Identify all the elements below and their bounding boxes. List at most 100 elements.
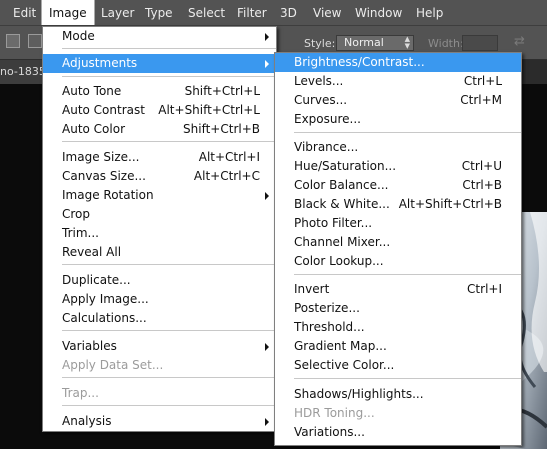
image-menu-item-auto-color[interactable]: Auto Color Shift+Ctrl+B	[43, 120, 276, 139]
item-shortcut: Ctrl+B	[462, 178, 502, 192]
adjustments-item-exposure[interactable]: Exposure...	[275, 110, 521, 129]
image-menu-item-trap: Trap...	[43, 384, 276, 403]
item-label: Threshold...	[294, 320, 365, 334]
adjustments-item-gradient-map[interactable]: Gradient Map...	[275, 337, 521, 356]
menu-image[interactable]: Image	[41, 0, 95, 25]
item-label: Apply Data Set...	[62, 358, 164, 372]
swap-arrows-icon[interactable]: ⇄	[514, 34, 525, 49]
menu-window[interactable]: Window	[348, 0, 409, 26]
item-label: Trap...	[62, 386, 99, 400]
item-label: Apply Image...	[62, 292, 149, 306]
style-label: Style:	[304, 37, 336, 50]
item-label: Image Size...	[62, 150, 140, 164]
submenu-arrow-icon	[265, 60, 269, 68]
adjustments-submenu: Brightness/Contrast... Levels... Ctrl+L …	[274, 52, 522, 446]
image-menu-item-apply-image[interactable]: Apply Image...	[43, 290, 276, 309]
adjustments-item-variations[interactable]: Variations...	[275, 423, 521, 442]
submenu-arrow-icon	[265, 343, 269, 351]
menu-type[interactable]: Type	[138, 0, 180, 26]
menu-separator	[62, 377, 276, 378]
menu-view[interactable]: View	[306, 0, 348, 26]
menu-separator	[62, 405, 276, 406]
menu-separator	[294, 132, 521, 133]
adjustments-item-black-white[interactable]: Black & White... Alt+Shift+Ctrl+B	[275, 195, 521, 214]
item-label: Duplicate...	[62, 273, 131, 287]
item-label: HDR Toning...	[294, 406, 375, 420]
adjustments-item-brightness-contrast[interactable]: Brightness/Contrast...	[275, 53, 521, 72]
menu-select[interactable]: Select	[181, 0, 232, 26]
image-menu-item-reveal-all[interactable]: Reveal All	[43, 243, 276, 262]
adjustments-item-vibrance[interactable]: Vibrance...	[275, 138, 521, 157]
item-label: Image Rotation	[62, 188, 154, 202]
item-label: Auto Contrast	[62, 103, 145, 117]
width-input[interactable]	[462, 35, 498, 51]
image-menu-item-calculations[interactable]: Calculations...	[43, 309, 276, 328]
adjustments-item-color-balance[interactable]: Color Balance... Ctrl+B	[275, 176, 521, 195]
menu-layer[interactable]: Layer	[94, 0, 141, 26]
selection-mode-icon[interactable]	[6, 34, 20, 48]
item-label: Black & White...	[294, 197, 390, 211]
image-menu-item-image-size[interactable]: Image Size... Alt+Ctrl+I	[43, 148, 276, 167]
selection-mode-add-icon[interactable]	[28, 34, 42, 48]
item-label: Hue/Saturation...	[294, 159, 397, 173]
adjustments-item-levels[interactable]: Levels... Ctrl+L	[275, 72, 521, 91]
adjustments-item-selective-color[interactable]: Selective Color...	[275, 356, 521, 375]
menu-help[interactable]: Help	[409, 0, 450, 26]
image-menu-item-mode[interactable]: Mode	[43, 27, 276, 46]
item-shortcut: Alt+Ctrl+C	[193, 169, 260, 183]
item-label: Auto Color	[62, 122, 126, 136]
item-label: Canvas Size...	[62, 169, 146, 183]
menu-separator	[294, 274, 521, 275]
adjustments-item-hue-saturation[interactable]: Hue/Saturation... Ctrl+U	[275, 157, 521, 176]
image-menu-item-duplicate[interactable]: Duplicate...	[43, 271, 276, 290]
document-tab-title: no-18351	[0, 65, 45, 78]
item-label: Variables	[62, 339, 117, 353]
image-menu-item-variables[interactable]: Variables	[43, 337, 276, 356]
image-menu-item-analysis[interactable]: Analysis	[43, 412, 276, 431]
adjustments-item-photo-filter[interactable]: Photo Filter...	[275, 214, 521, 233]
menu-filter[interactable]: Filter	[230, 0, 274, 26]
item-label: Color Balance...	[294, 178, 389, 192]
item-label: Auto Tone	[62, 84, 122, 98]
item-shortcut: Shift+Ctrl+L	[184, 84, 260, 98]
adjustments-item-posterize[interactable]: Posterize...	[275, 299, 521, 318]
menu-edit[interactable]: Edit	[6, 0, 43, 26]
image-menu-item-crop[interactable]: Crop	[43, 205, 276, 224]
item-shortcut: Ctrl+I	[467, 282, 502, 296]
image-menu-item-canvas-size[interactable]: Canvas Size... Alt+Ctrl+C	[43, 167, 276, 186]
image-menu-item-trim[interactable]: Trim...	[43, 224, 276, 243]
style-select-value: Normal	[344, 36, 384, 49]
adjustments-item-curves[interactable]: Curves... Ctrl+M	[275, 91, 521, 110]
item-label: Trim...	[62, 226, 99, 240]
item-label: Vibrance...	[294, 140, 359, 154]
item-label: Posterize...	[294, 301, 360, 315]
adjustments-item-hdr-toning: HDR Toning...	[275, 404, 521, 423]
item-label: Color Lookup...	[294, 254, 384, 268]
item-label: Exposure...	[294, 112, 361, 126]
document-tab[interactable]: no-18351	[0, 60, 46, 84]
item-shortcut: Ctrl+L	[463, 74, 502, 88]
item-label: Invert	[294, 282, 330, 296]
adjustments-item-channel-mixer[interactable]: Channel Mixer...	[275, 233, 521, 252]
adjustments-item-invert[interactable]: Invert Ctrl+I	[275, 280, 521, 299]
style-select[interactable]: Normal ▲ ▼	[336, 35, 414, 51]
image-menu-item-apply-data-set: Apply Data Set...	[43, 356, 276, 375]
menu-3d[interactable]: 3D	[273, 0, 304, 26]
item-label: Adjustments	[62, 56, 138, 70]
adjustments-item-shadows-highlights[interactable]: Shadows/Highlights...	[275, 385, 521, 404]
item-label: Calculations...	[62, 311, 147, 325]
item-label: Brightness/Contrast...	[294, 55, 425, 69]
image-menu-item-auto-tone[interactable]: Auto Tone Shift+Ctrl+L	[43, 82, 276, 101]
menu-separator	[62, 264, 276, 265]
item-shortcut: Ctrl+U	[461, 159, 502, 173]
item-label: Gradient Map...	[294, 339, 387, 353]
adjustments-item-color-lookup[interactable]: Color Lookup...	[275, 252, 521, 271]
menu-separator	[62, 330, 276, 331]
submenu-arrow-icon	[265, 418, 269, 426]
image-menu-item-auto-contrast[interactable]: Auto Contrast Alt+Shift+Ctrl+L	[43, 101, 276, 120]
adjustments-item-threshold[interactable]: Threshold...	[275, 318, 521, 337]
image-menu-item-image-rotation[interactable]: Image Rotation	[43, 186, 276, 205]
item-label: Channel Mixer...	[294, 235, 391, 249]
item-shortcut: Alt+Shift+Ctrl+L	[158, 103, 260, 117]
image-menu-item-adjustments[interactable]: Adjustments	[43, 54, 276, 73]
